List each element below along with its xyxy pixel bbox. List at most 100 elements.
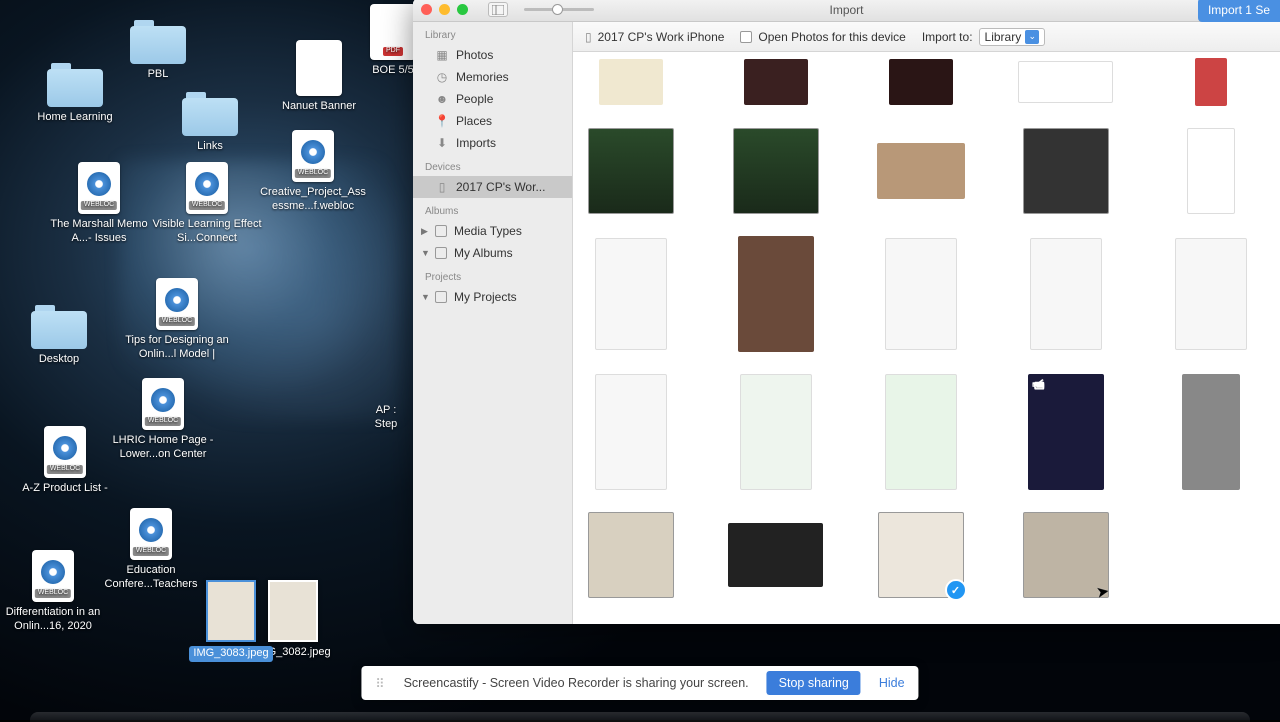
close-button[interactable]	[421, 4, 432, 15]
photo-thumb[interactable]	[744, 59, 808, 105]
window-titlebar[interactable]: Import Import 1 Se	[413, 0, 1280, 22]
zoom-button[interactable]	[457, 4, 468, 15]
sidebar-item-places[interactable]: 📍Places	[413, 110, 572, 132]
dock[interactable]	[30, 712, 1250, 722]
photo-thumb[interactable]	[728, 523, 823, 587]
file-az-product-list[interactable]: WEBLOC A-Z Product List -	[10, 426, 120, 496]
screencastify-banner: ⠿ Screencastify - Screen Video Recorder …	[361, 666, 918, 700]
label: Tips for Designing an Onlin...l Model |	[122, 334, 232, 362]
drag-handle-icon[interactable]: ⠿	[375, 676, 385, 691]
photo-thumb[interactable]	[1018, 61, 1113, 103]
device-name: 2017 CP's Work iPhone	[598, 30, 725, 44]
open-photos-checkbox[interactable]	[740, 31, 752, 43]
photo-thumb[interactable]	[733, 128, 819, 214]
iphone-icon: ▯	[435, 180, 449, 194]
hide-button[interactable]: Hide	[879, 676, 905, 690]
photo-thumb[interactable]	[599, 59, 663, 105]
label: Differentiation in an Onlin...16, 2020	[0, 606, 108, 634]
label: PBL	[103, 68, 213, 82]
photo-thumb[interactable]	[877, 143, 965, 199]
file-creative-project[interactable]: WEBLOC Creative_Project_Assessme...f.web…	[258, 130, 368, 214]
section-projects: Projects	[413, 264, 572, 286]
sidebar-item-device[interactable]: ▯2017 CP's Wor...	[413, 176, 572, 198]
sidebar-item-my-projects[interactable]: ▼My Projects	[413, 286, 572, 308]
label: Home Learning	[20, 111, 130, 125]
import-to-select[interactable]: Library ⌄	[979, 28, 1046, 46]
sidebar-item-my-albums[interactable]: ▼My Albums	[413, 242, 572, 264]
photo-thumb[interactable]	[1182, 374, 1240, 490]
file-lhric[interactable]: WEBLOC LHRIC Home Page - Lower...on Cent…	[108, 378, 218, 462]
label: Links	[155, 140, 265, 154]
label: Nanuet Banner	[264, 100, 374, 114]
import-toolbar: ▯ 2017 CP's Work iPhone Open Photos for …	[573, 22, 1280, 52]
sidebar-toggle-button[interactable]	[488, 2, 508, 17]
photo-thumb[interactable]	[1195, 58, 1227, 106]
open-photos-label: Open Photos for this device	[758, 30, 905, 44]
minimize-button[interactable]	[439, 4, 450, 15]
photo-thumb[interactable]	[595, 238, 667, 350]
label: AP : Step	[356, 404, 416, 432]
album-icon	[435, 225, 447, 237]
desktop-background[interactable]: Home Learning PBL Links Nanuet Banner PD…	[0, 0, 1280, 720]
file-education-conf[interactable]: WEBLOC Education Confere...Teachers	[96, 508, 206, 592]
imports-icon: ⬇	[435, 136, 449, 150]
file-differentiation[interactable]: WEBLOC Differentiation in an Onlin...16,…	[0, 550, 108, 634]
photo-thumb[interactable]	[1023, 128, 1109, 214]
label: Visible Learning Effect Si...Connect	[152, 218, 262, 246]
sidebar-item-imports[interactable]: ⬇Imports	[413, 132, 572, 154]
section-library: Library	[413, 22, 572, 44]
file-tips-designing[interactable]: WEBLOC Tips for Designing an Onlin...l M…	[122, 278, 232, 362]
photo-thumb[interactable]	[1030, 238, 1102, 350]
file-img-3083-selected[interactable]: IMG_3083.jpeg	[186, 580, 276, 662]
thumbnail-size-slider[interactable]	[524, 8, 594, 11]
video-thumb[interactable]	[1028, 374, 1104, 490]
import-content: ▯ 2017 CP's Work iPhone Open Photos for …	[573, 22, 1280, 624]
photo-thumb[interactable]	[740, 374, 812, 490]
photos-import-window: Import Import 1 Se Library ▦Photos ◷Memo…	[413, 0, 1280, 624]
label: A-Z Product List -	[10, 482, 120, 496]
photo-thumb[interactable]	[738, 236, 814, 352]
section-albums: Albums	[413, 198, 572, 220]
disclosure-icon[interactable]: ▼	[421, 248, 430, 258]
folder-desktop[interactable]: Desktop	[4, 305, 114, 367]
file-marshall-memo[interactable]: WEBLOC The Marshall Memo A...- Issues	[44, 162, 154, 246]
disclosure-icon[interactable]: ▼	[421, 292, 430, 302]
photo-thumb-selected[interactable]	[878, 512, 964, 598]
pin-icon: 📍	[435, 114, 449, 128]
label: IMG_3083.jpeg	[189, 646, 272, 662]
stop-sharing-button[interactable]: Stop sharing	[767, 671, 861, 695]
banner-text: Screencastify - Screen Video Recorder is…	[404, 676, 749, 690]
disclosure-icon[interactable]: ▶	[421, 226, 428, 237]
album-icon	[435, 247, 447, 259]
sidebar-item-media-types[interactable]: ▶Media Types	[413, 220, 572, 242]
import-to-label: Import to:	[922, 30, 973, 44]
dropdown-arrow-icon: ⌄	[1025, 30, 1039, 44]
file-ap-step[interactable]: AP : Step	[356, 400, 416, 432]
project-icon	[435, 291, 447, 303]
photo-thumb[interactable]	[1175, 238, 1247, 350]
sidebar-item-memories[interactable]: ◷Memories	[413, 66, 572, 88]
photo-thumb[interactable]	[889, 59, 953, 105]
photo-thumb[interactable]	[885, 374, 957, 490]
device-icon: ▯	[585, 30, 592, 44]
folder-pbl[interactable]: PBL	[103, 20, 213, 82]
photo-thumb[interactable]	[588, 512, 674, 598]
photo-thumb[interactable]	[595, 374, 667, 490]
photo-grid[interactable]	[573, 52, 1280, 624]
sidebar-item-photos[interactable]: ▦Photos	[413, 44, 572, 66]
sidebar-item-people[interactable]: ☻People	[413, 88, 572, 110]
folder-links[interactable]: Links	[155, 92, 265, 154]
photo-thumb[interactable]	[885, 238, 957, 350]
import-selected-button[interactable]: Import 1 Se	[1198, 0, 1280, 22]
memories-icon: ◷	[435, 70, 449, 84]
label: Creative_Project_Assessme...f.webloc	[258, 186, 368, 214]
photo-thumb[interactable]	[1187, 128, 1235, 214]
sidebar: Library ▦Photos ◷Memories ☻People 📍Place…	[413, 22, 573, 624]
label: Desktop	[4, 353, 114, 367]
photos-icon: ▦	[435, 48, 449, 62]
file-visible-learning[interactable]: WEBLOC Visible Learning Effect Si...Conn…	[152, 162, 262, 246]
label: LHRIC Home Page - Lower...on Center	[108, 434, 218, 462]
photo-thumb[interactable]	[588, 128, 674, 214]
label: The Marshall Memo A...- Issues	[44, 218, 154, 246]
people-icon: ☻	[435, 92, 449, 106]
